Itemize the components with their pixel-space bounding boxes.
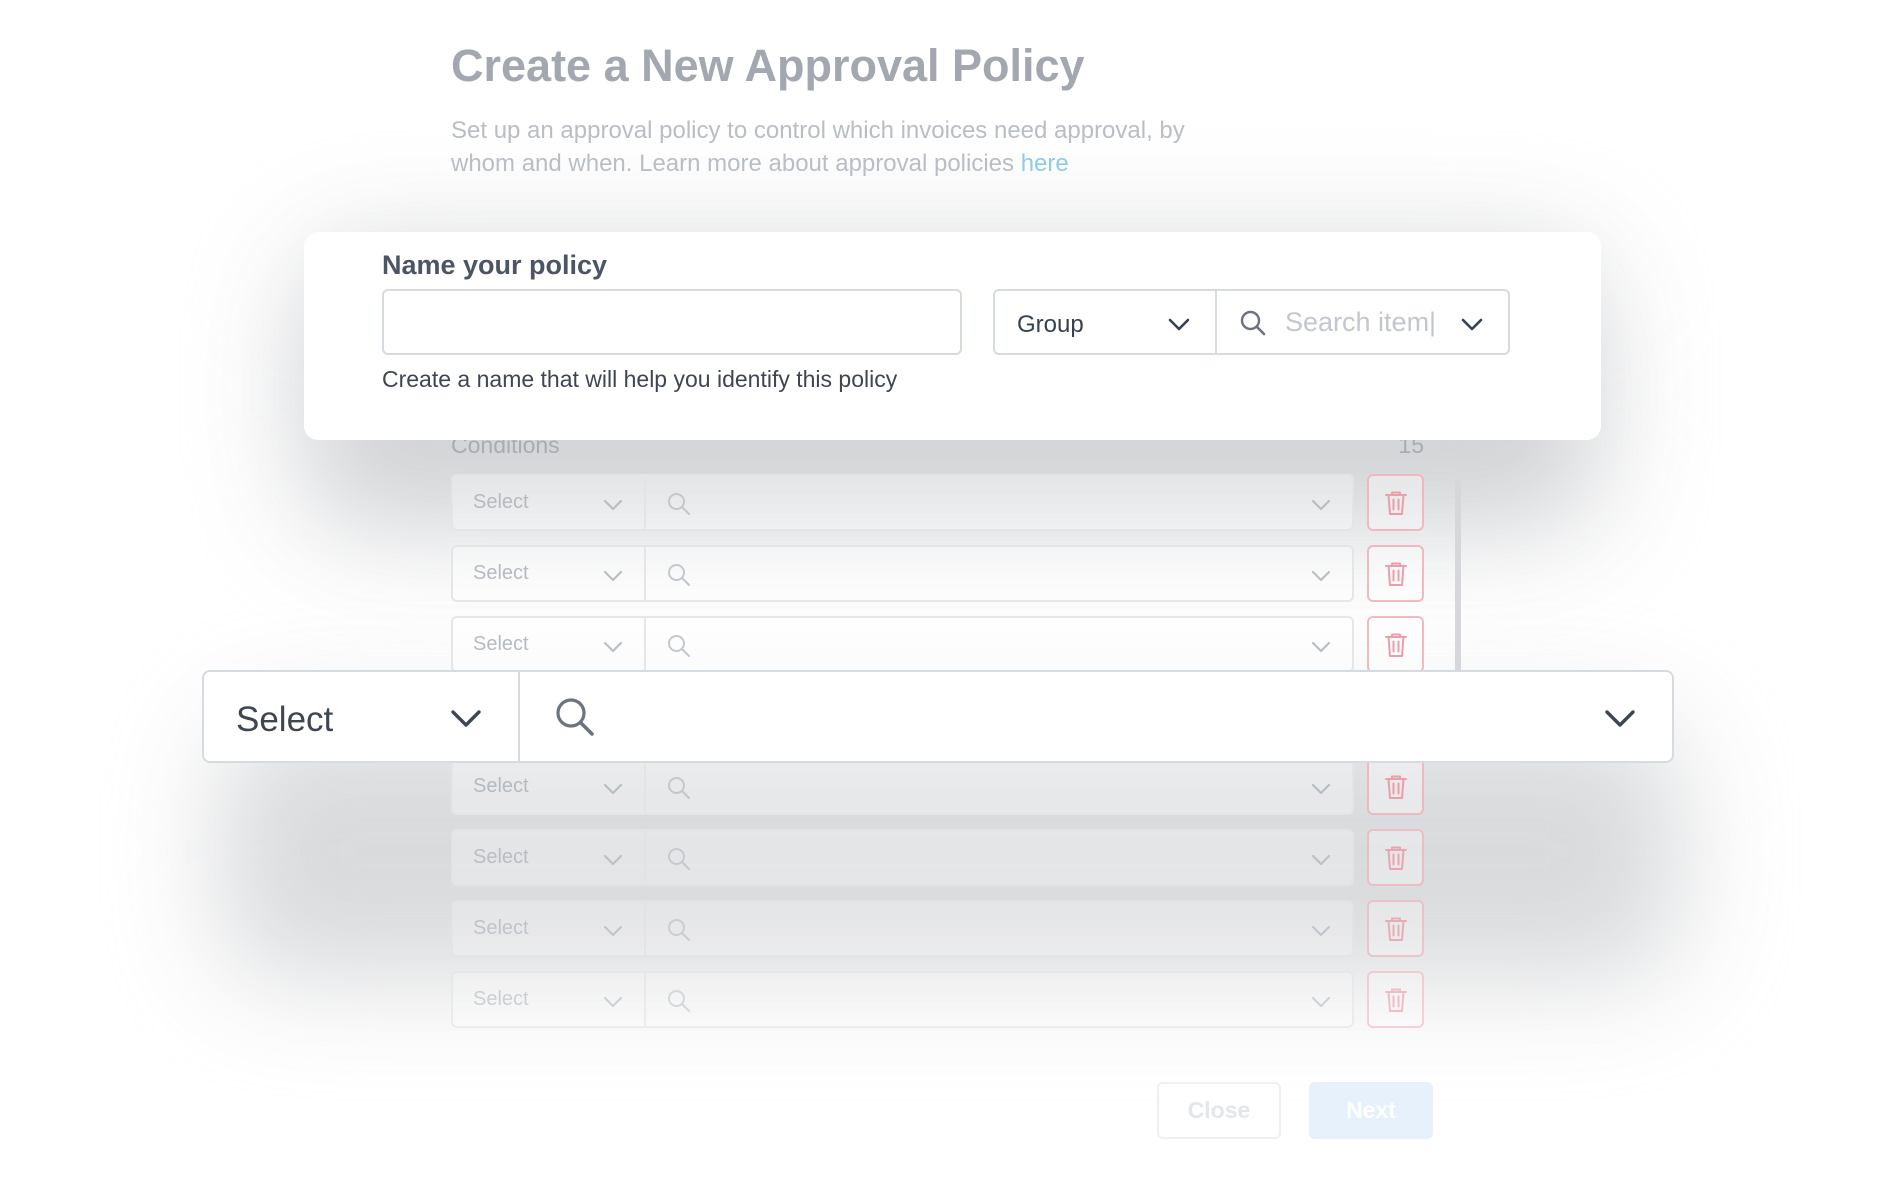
group-select[interactable]: Group [993,289,1215,355]
condition-select-value: Select [473,988,529,1010]
item-search-placeholder: Search item| [1285,307,1437,337]
condition-row: Select [451,829,1424,886]
condition-row: Select [451,616,1424,673]
search-icon [668,990,691,1013]
condition-search[interactable] [644,616,1354,673]
delete-condition-button[interactable] [1367,474,1424,531]
delete-condition-button[interactable] [1367,900,1424,957]
search-icon [668,848,691,871]
condition-select-value: Select [473,562,529,584]
chevron-down-icon [1311,996,1331,1008]
search-icon [556,698,594,736]
trash-icon [1385,491,1407,515]
search-icon [668,919,691,942]
search-icon [668,564,691,587]
condition-select-value: Select [473,775,529,797]
chevron-down-icon [603,996,623,1008]
search-icon [1240,310,1266,336]
chevron-down-icon [1311,854,1331,866]
policy-name-label: Name your policy [382,250,608,280]
search-icon [668,493,691,516]
search-icon [668,635,691,658]
condition-select-value: Select [473,846,529,868]
condition-search[interactable] [644,474,1354,531]
condition-search[interactable] [644,545,1354,602]
search-icon [668,777,691,800]
chevron-down-icon [1311,499,1331,511]
condition-select[interactable]: Select [451,900,644,957]
condition-select-value: Select [473,491,529,513]
chevron-down-icon [603,570,623,582]
condition-search[interactable] [644,758,1354,815]
condition-search-focused[interactable] [518,670,1674,763]
policy-name-helper-text: Create a name that will help you identif… [382,366,898,392]
chevron-down-icon [1311,570,1331,582]
trash-icon [1385,917,1407,941]
condition-search[interactable] [644,971,1354,1028]
condition-search[interactable] [644,829,1354,886]
condition-row: Select [451,474,1424,531]
item-search-field[interactable]: Search item| [1215,289,1510,355]
condition-select[interactable]: Select [451,971,644,1028]
condition-row: Select [451,900,1424,957]
trash-icon [1385,633,1407,657]
delete-condition-button[interactable] [1367,545,1424,602]
trash-icon [1385,846,1407,870]
condition-search[interactable] [644,900,1354,957]
condition-select[interactable]: Select [451,545,644,602]
condition-select[interactable]: Select [451,474,644,531]
delete-condition-button[interactable] [1367,971,1424,1028]
next-button[interactable]: Next [1309,1082,1433,1139]
group-select-value: Group [1017,311,1084,338]
chevron-down-icon [603,641,623,653]
condition-select-value: Select [473,633,529,655]
chevron-down-icon [1311,925,1331,937]
condition-select[interactable]: Select [451,616,644,673]
chevron-down-icon [603,783,623,795]
chevron-down-icon [1168,318,1190,331]
delete-condition-button[interactable] [1367,616,1424,673]
condition-row-focused: Select [202,670,1674,763]
delete-condition-button[interactable] [1367,829,1424,886]
page-description-text: Set up an approval policy to control whi… [451,117,1185,177]
chevron-down-icon [603,925,623,937]
condition-row: Select [451,971,1424,1028]
chevron-down-icon[interactable] [1460,315,1484,335]
condition-select[interactable]: Select [451,758,644,815]
condition-row: Select [451,758,1424,815]
chevron-down-icon [451,710,481,727]
trash-icon [1385,988,1407,1012]
delete-condition-button[interactable] [1367,758,1424,815]
chevron-down-icon [603,854,623,866]
chevron-down-icon[interactable] [1604,706,1636,732]
trash-icon [1385,775,1407,799]
policy-name-input[interactable] [382,289,962,355]
page-title: Create a New Approval Policy [451,40,1085,91]
condition-select-focused[interactable]: Select [202,670,518,763]
learn-more-link[interactable]: here [1021,150,1069,177]
close-button[interactable]: Close [1157,1082,1281,1139]
condition-select[interactable]: Select [451,829,644,886]
condition-row: Select [451,545,1424,602]
page-description: Set up an approval policy to control whi… [451,114,1231,180]
trash-icon [1385,562,1407,586]
condition-select-value: Select [236,700,334,739]
condition-select-value: Select [473,917,529,939]
chevron-down-icon [603,499,623,511]
chevron-down-icon [1311,783,1331,795]
chevron-down-icon [1311,641,1331,653]
